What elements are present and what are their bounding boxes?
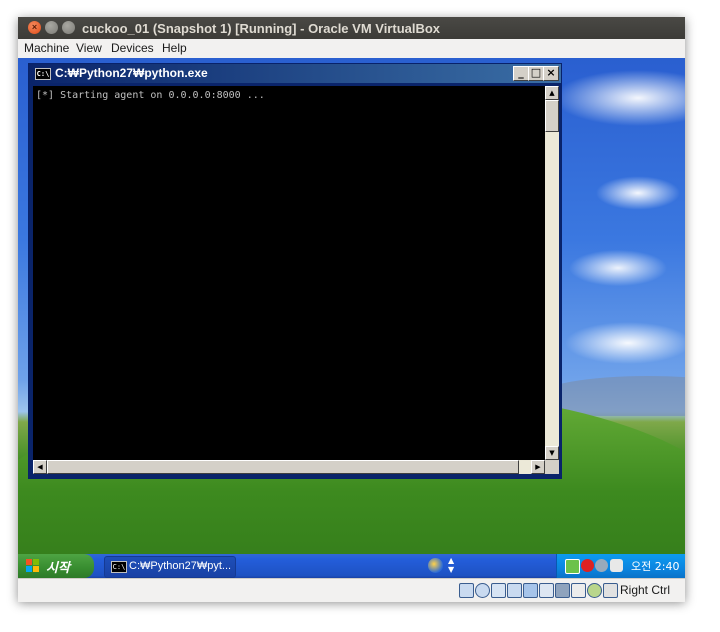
scroll-down-button[interactable]: ▼ — [545, 446, 559, 460]
window-title: cuckoo_01 (Snapshot 1) [Running] - Oracl… — [82, 21, 441, 36]
vertical-scroll-thumb[interactable] — [545, 100, 559, 132]
scroll-left-button[interactable]: ◀ — [33, 460, 47, 474]
start-label: 시작 — [46, 561, 70, 576]
video-capture-icon[interactable] — [555, 583, 570, 598]
virtualbox-titlebar[interactable]: × cuckoo_01 (Snapshot 1) [Running] - Ora… — [18, 17, 685, 39]
optical-drive-icon[interactable] — [475, 583, 490, 598]
scroll-right-button[interactable]: ▶ — [531, 460, 545, 474]
menu-machine[interactable]: Machine — [24, 41, 69, 55]
console-window[interactable]: C:\ C:₩Python27₩python.exe _ □ × [*] Sta… — [28, 63, 562, 479]
console-maximize-button[interactable]: □ — [528, 66, 544, 81]
virtualbox-statusbar: Right Ctrl — [18, 578, 685, 602]
menu-help[interactable]: Help — [162, 41, 187, 55]
console-close-button[interactable]: × — [543, 66, 559, 81]
console-output[interactable]: [*] Starting agent on 0.0.0.0:8000 ... — [33, 86, 545, 460]
taskbar-console-button[interactable]: C:\ C:₩Python27₩pyt... — [104, 556, 236, 578]
windows-logo-icon — [26, 559, 40, 573]
vertical-scrollbar[interactable]: ▲ ▼ — [545, 86, 559, 460]
resize-grip[interactable] — [545, 460, 559, 474]
virtualbox-window: × cuckoo_01 (Snapshot 1) [Running] - Ora… — [18, 17, 685, 602]
maximize-window-icon[interactable] — [62, 21, 75, 34]
keyboard-icon[interactable] — [603, 583, 618, 598]
language-bar-icon[interactable] — [428, 558, 443, 573]
hard-disk-icon[interactable] — [459, 583, 474, 598]
network-icon[interactable] — [507, 583, 522, 598]
shared-folders-icon[interactable] — [523, 583, 538, 598]
guest-desktop[interactable]: C:\ C:₩Python27₩python.exe _ □ × [*] Sta… — [18, 58, 685, 578]
scroll-up-button[interactable]: ▲ — [545, 86, 559, 100]
console-titlebar[interactable]: C:\ C:₩Python27₩python.exe _ □ × — [29, 64, 561, 83]
menu-view[interactable]: View — [76, 41, 102, 55]
menu-devices[interactable]: Devices — [111, 41, 154, 55]
minimize-window-icon[interactable] — [45, 21, 58, 34]
usb-icon[interactable] — [491, 583, 506, 598]
close-window-icon[interactable]: × — [28, 21, 41, 34]
horizontal-scroll-thumb[interactable] — [47, 460, 519, 474]
security-center-icon[interactable] — [565, 559, 580, 574]
console-output-line: [*] Starting agent on 0.0.0.0:8000 ... — [36, 90, 265, 101]
antivirus-icon[interactable] — [581, 559, 594, 572]
language-bar-arrows[interactable]: ▲ ▼ — [448, 556, 454, 574]
console-minimize-button[interactable]: _ — [513, 66, 529, 81]
host-key-label: Right Ctrl — [620, 583, 671, 597]
console-icon: C:\ — [111, 561, 127, 573]
clock[interactable]: 오전 2:40 — [631, 558, 679, 574]
menubar: Machine View Devices Help — [18, 39, 685, 58]
network-tray-icon[interactable] — [595, 559, 608, 572]
console-icon[interactable]: C:\ — [35, 68, 51, 80]
update-tray-icon[interactable] — [610, 559, 623, 572]
horizontal-scrollbar[interactable]: ◀ ▶ — [33, 460, 545, 474]
taskbar-button-label: C:₩Python27₩pyt... — [129, 560, 232, 572]
console-title: C:₩Python27₩python.exe — [55, 66, 208, 80]
mouse-integration-icon[interactable] — [587, 583, 602, 598]
start-button[interactable]: 시작 — [18, 554, 94, 578]
display-icon[interactable] — [539, 583, 554, 598]
xp-taskbar: 시작 C:\ C:₩Python27₩pyt... ▲ ▼ 오전 2:40 — [18, 554, 685, 578]
virtualization-icon[interactable] — [571, 583, 586, 598]
system-tray: 오전 2:40 — [556, 554, 685, 578]
